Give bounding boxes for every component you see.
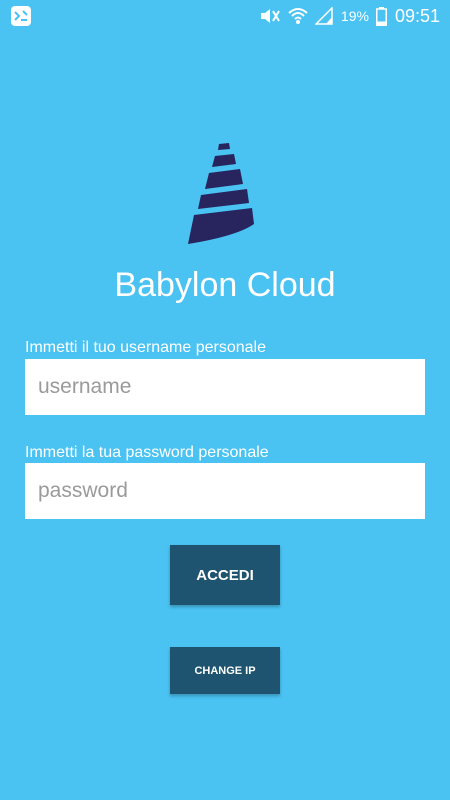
wifi-icon (288, 8, 308, 24)
babylon-tower-logo (188, 143, 254, 244)
mute-icon (260, 9, 280, 23)
status-right-group: 19% 09:51 (252, 4, 440, 28)
status-clock: 09:51 (394, 5, 440, 26)
username-input[interactable] (25, 359, 425, 415)
login-button[interactable]: ACCEDI (170, 545, 280, 605)
battery-icon (375, 6, 387, 26)
username-label: Immetti il tuo username personale (25, 339, 266, 356)
password-label: Immetti la tua password personale (25, 444, 269, 461)
change-ip-button[interactable]: CHANGE IP (170, 647, 280, 694)
password-input[interactable] (25, 463, 425, 519)
app-notification-icon (11, 6, 31, 26)
battery-percent: 19% (340, 8, 369, 24)
signal-icon (314, 7, 333, 25)
status-bar: 19% 09:51 (0, 0, 450, 30)
app-title: Babylon Cloud (114, 266, 336, 304)
